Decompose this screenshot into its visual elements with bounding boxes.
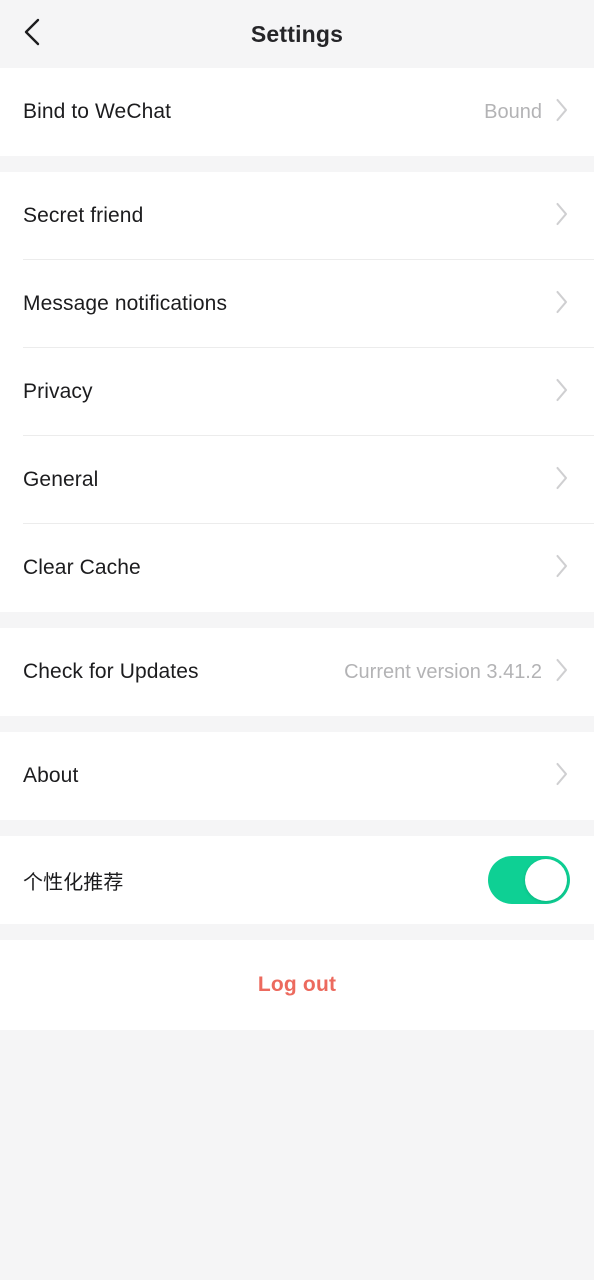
page-title: Settings: [250, 20, 344, 47]
settings-group-recommendations: 个性化推荐: [0, 836, 594, 924]
row-secret-friend[interactable]: Secret friend: [0, 172, 594, 260]
settings-group-updates: Check for Updates Current version 3.41.2: [0, 628, 594, 716]
chevron-right-icon: [554, 465, 570, 496]
chevron-left-icon: [19, 16, 45, 53]
log-out-button[interactable]: Log out: [238, 965, 356, 1005]
row-bind-to-wechat[interactable]: Bind to WeChat Bound: [0, 68, 594, 156]
group-divider: [0, 156, 594, 172]
row-label: Bind to WeChat: [23, 100, 172, 123]
logout-section: Log out: [0, 940, 594, 1030]
chevron-right-icon: [554, 289, 570, 320]
row-label: About: [23, 764, 79, 787]
chevron-right-icon: [554, 553, 570, 584]
navigation-bar: Settings: [0, 0, 594, 68]
group-divider: [0, 924, 594, 940]
settings-group-account: Bind to WeChat Bound: [0, 68, 594, 156]
settings-group-about: About: [0, 732, 594, 820]
row-personalized-recommendations[interactable]: 个性化推荐: [0, 836, 594, 924]
row-about[interactable]: About: [0, 732, 594, 820]
row-message-notifications[interactable]: Message notifications: [0, 260, 594, 348]
row-label: Secret friend: [23, 204, 144, 227]
chevron-right-icon: [554, 97, 570, 128]
group-divider: [0, 716, 594, 732]
row-label: Clear Cache: [23, 556, 141, 579]
current-version-text: Current version 3.41.2: [344, 660, 542, 683]
chevron-right-icon: [554, 377, 570, 408]
chevron-right-icon: [554, 657, 570, 688]
row-privacy[interactable]: Privacy: [0, 348, 594, 436]
row-label: Message notifications: [23, 292, 228, 315]
row-label: Privacy: [23, 380, 93, 403]
chevron-right-icon: [554, 201, 570, 232]
settings-group-preferences: Secret friend Message notifications Priv…: [0, 172, 594, 612]
row-clear-cache[interactable]: Clear Cache: [0, 524, 594, 612]
row-check-for-updates[interactable]: Check for Updates Current version 3.41.2: [0, 628, 594, 716]
group-divider: [0, 820, 594, 836]
chevron-right-icon: [554, 761, 570, 792]
group-divider: [0, 612, 594, 628]
row-label: 个性化推荐: [23, 871, 124, 894]
personalized-recommendations-toggle[interactable]: [488, 856, 570, 904]
row-label: Check for Updates: [23, 660, 199, 683]
toggle-knob: [525, 859, 567, 901]
row-label: General: [23, 468, 99, 491]
settings-screen: Settings Bind to WeChat Bound Secret fri…: [0, 0, 594, 1280]
back-button[interactable]: [0, 0, 64, 68]
row-general[interactable]: General: [0, 436, 594, 524]
row-value: Bound: [484, 100, 542, 123]
